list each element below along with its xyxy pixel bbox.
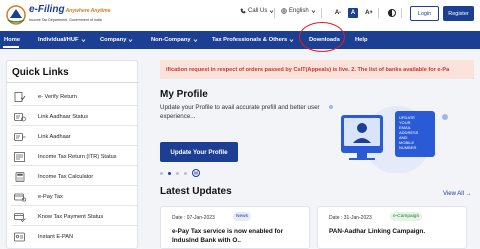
font-decrease-button[interactable]: A- — [333, 8, 343, 18]
font-increase-button[interactable]: A+ — [364, 8, 374, 18]
nav-individual-huf[interactable]: Individual/HUF — [38, 31, 86, 49]
update-date: Date : 07-Jan-2023 — [172, 215, 215, 221]
e-campaign-badge: e-Campaign — [390, 212, 423, 221]
divider — [11, 225, 137, 226]
annotation-circle — [299, 22, 345, 52]
svg-text:NUMBER: NUMBER — [399, 145, 416, 150]
quick-link-aadhaar-status[interactable]: Link Aadhaar Status — [11, 109, 137, 126]
language-selector[interactable]: English — [281, 8, 316, 14]
nav-help[interactable]: Help — [355, 31, 368, 49]
logo-subtitle: Income Tax Department, Government of Ind… — [29, 18, 102, 22]
quick-link-e-verify-return[interactable]: e- Verify Return — [11, 89, 137, 106]
efiling-logo[interactable]: e-FilingAnywhere Anytime Income Tax Depa… — [5, 3, 110, 29]
divider — [11, 205, 137, 206]
divider — [401, 8, 402, 18]
carousel-pause-button[interactable] — [192, 169, 200, 177]
quick-link-aadhaar[interactable]: Link Aadhaar — [11, 129, 137, 146]
my-profile-description: Update your Profile to avail accurate pr… — [160, 104, 320, 120]
main-nav: Home Individual/HUF Company Non-Company … — [0, 31, 480, 79]
link-status-icon — [14, 113, 26, 122]
active-indicator — [3, 46, 19, 48]
update-card[interactable]: Date : 07-Jan-2023 News e-Pay Tax servic… — [160, 206, 310, 249]
pause-icon — [194, 171, 198, 175]
payment-status-icon — [14, 213, 26, 222]
emblem-icon — [6, 5, 26, 25]
document-check-icon — [14, 92, 26, 102]
carousel-dot[interactable] — [176, 171, 179, 175]
chevron-down-icon — [311, 9, 315, 13]
update-body: PAN-Aadhar Linking Campaign. — [329, 228, 426, 235]
quick-link-e-pay-tax[interactable]: e-Pay Tax — [11, 189, 137, 206]
carousel-dot[interactable] — [184, 171, 187, 175]
payment-icon — [14, 193, 26, 202]
contrast-toggle-icon[interactable] — [388, 9, 396, 17]
link-icon — [14, 133, 26, 141]
update-card[interactable]: Date : 31-Jan-2023 e-Campaign PAN-Aadhar… — [317, 206, 467, 249]
divider — [11, 185, 137, 186]
logo-title: e-FilingAnywhere Anytime — [29, 4, 111, 15]
update-email-illustration: UPDATE YOUR EMAIL ADDRESS AND MOBILE NUM… — [321, 95, 471, 173]
my-profile-title: My Profile — [160, 89, 208, 100]
top-header: e-FilingAnywhere Anytime Income Tax Depa… — [0, 0, 480, 31]
divider — [274, 8, 275, 18]
font-normal-button[interactable]: A — [348, 8, 358, 18]
quick-link-tax-calculator[interactable]: Income Tax Calculator — [11, 169, 137, 186]
quick-link-instant-e-pan[interactable]: Instant E-PAN — [11, 229, 137, 244]
quick-link-tax-payment-status[interactable]: Know Tax Payment Status — [11, 209, 137, 226]
chevron-down-icon — [289, 38, 294, 42]
divider — [321, 8, 322, 18]
chevron-down-icon — [129, 38, 133, 42]
id-card-icon — [14, 232, 25, 242]
quick-links-panel: Quick Links e- Verify Return Link Aadhaa… — [6, 60, 139, 249]
calculator-icon — [15, 172, 25, 182]
divider — [11, 145, 137, 146]
update-body: e-Pay Tax service is now enabled for Ind… — [172, 228, 284, 244]
update-profile-button[interactable]: Update Your Profile — [160, 142, 238, 162]
nav-non-company[interactable]: Non-Company — [151, 31, 198, 49]
divider — [7, 82, 139, 83]
divider — [378, 8, 379, 18]
announcement-ticker[interactable]: ification request in respect of orders p… — [160, 60, 474, 79]
carousel-dot-active[interactable] — [168, 171, 171, 175]
nav-tax-professionals[interactable]: Tax Professionals & Others — [212, 31, 294, 49]
register-button[interactable]: Register — [443, 6, 474, 21]
login-button[interactable]: Login — [410, 6, 439, 21]
news-badge: News — [233, 212, 251, 221]
carousel-dots — [160, 169, 200, 177]
call-us-link[interactable]: Call Us — [240, 8, 274, 14]
nav-company[interactable]: Company — [100, 31, 133, 49]
chevron-down-icon — [193, 38, 197, 42]
latest-updates-title: Latest Updates — [160, 186, 232, 197]
divider — [11, 125, 137, 126]
arrow-right-icon: → — [465, 191, 472, 197]
update-date: Date : 31-Jan-2023 — [329, 215, 372, 221]
phone-icon — [240, 8, 246, 14]
globe-icon — [281, 8, 287, 14]
divider — [11, 165, 137, 166]
carousel-dot[interactable] — [160, 171, 163, 175]
chevron-down-icon — [81, 38, 85, 42]
itr-status-icon — [14, 152, 25, 162]
quick-link-itr-status[interactable]: Income Tax Return (ITR) Status — [11, 149, 137, 166]
quick-links-title: Quick Links — [12, 67, 69, 78]
divider — [11, 105, 137, 106]
view-all-link[interactable]: View All → — [443, 191, 472, 197]
